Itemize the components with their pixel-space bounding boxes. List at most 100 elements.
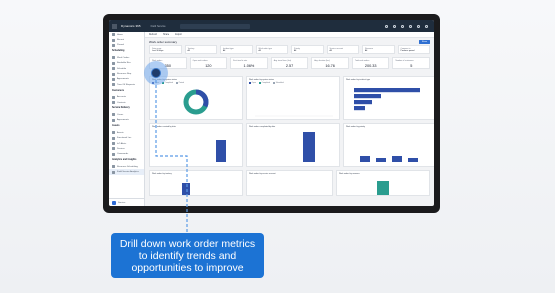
callout-text: Drill down work order metrics to identif… <box>119 237 256 274</box>
filter-dropdown[interactable]: Priority All <box>291 45 324 54</box>
area-icon <box>112 200 116 205</box>
chart-card-status-bars[interactable]: Work orders by system status Open Comple… <box>246 76 340 120</box>
area-label: Service <box>118 201 126 204</box>
highlight-dot <box>151 68 161 78</box>
app-screen: Dynamics 365 Field Service Home Recent Pin… <box>109 20 434 206</box>
lightbulb-icon[interactable] <box>385 24 388 28</box>
chart-card-completed-by-date[interactable]: Work orders completed by date <box>246 123 340 167</box>
sidebar-item[interactable]: Pinned <box>109 43 144 48</box>
sidebar-item-label: Home <box>117 33 123 36</box>
kpi-value: 2.57 <box>285 64 294 68</box>
share-button[interactable]: Share <box>419 39 430 44</box>
kpi-label: Number of customers <box>395 59 414 62</box>
chart-card-territory[interactable]: Work orders by territory <box>149 170 243 196</box>
sidebar-item-label: Agreements <box>117 119 129 122</box>
column-chart-empty <box>255 115 333 116</box>
area-switcher[interactable]: Service <box>109 198 145 206</box>
bar <box>216 139 226 162</box>
sidebar-item-label: Bookable Res. <box>117 62 132 65</box>
breadcrumb[interactable]: Field Service <box>151 25 166 28</box>
filter-value: All <box>329 49 332 52</box>
callout-box: Drill down work order metrics to identif… <box>111 233 264 278</box>
search-box[interactable] <box>179 23 250 29</box>
kpi-tile[interactable]: First time fix rate 1.06% <box>230 57 268 69</box>
sidebar-item[interactable]: Field Service Analytics <box>109 169 144 175</box>
sidebar-item[interactable]: Time Off Requests <box>109 82 144 87</box>
chart-card-service-account[interactable]: Work orders by service account <box>246 170 333 196</box>
sidebar-item-label: Contacts <box>117 101 126 104</box>
sidebar-item-label: IoT Alerts <box>117 142 127 145</box>
kpi-label: Total work orders <box>354 59 370 62</box>
chart-card-priority[interactable]: Work orders by priority <box>343 123 434 167</box>
filter-dropdown[interactable]: Territory All <box>184 45 217 54</box>
gear-icon[interactable] <box>409 24 412 28</box>
sidebar-item-label: Accounts <box>117 96 126 99</box>
bar <box>354 99 372 104</box>
chart-grid: Work orders by system status Open Comple… <box>149 76 434 199</box>
export-button[interactable]: Export <box>175 34 182 36</box>
kpi-value: 200.33 <box>364 64 377 68</box>
bar <box>360 155 370 162</box>
pin-icon <box>112 43 115 47</box>
filter-value: All <box>223 49 226 52</box>
bar <box>303 131 315 162</box>
column-chart <box>182 182 190 195</box>
kpi-value: 120 <box>205 64 212 68</box>
sidebar: Home Recent Pinned Scheduling Work Orders Boo… <box>109 32 145 206</box>
sidebar-item[interactable]: Agreements <box>109 118 144 123</box>
avatar[interactable] <box>425 24 428 28</box>
filter-dropdown[interactable]: Incident type All <box>220 45 253 54</box>
kpi-tile[interactable]: Total work orders 200.33 <box>351 57 390 69</box>
bar <box>376 157 386 162</box>
bar <box>377 180 389 195</box>
filter-value: Previous period <box>400 49 415 52</box>
bar <box>354 93 381 98</box>
sidebar-item[interactable]: Contacts <box>109 100 144 105</box>
sidebar-item[interactable]: Commands <box>109 152 144 157</box>
refresh-button[interactable]: Refresh <box>149 34 157 36</box>
title-row: Work order summary Share <box>145 38 434 45</box>
list-icon <box>112 72 115 76</box>
sidebar-item-label: Recent <box>117 39 124 42</box>
sidebar-item-label: Devices <box>117 147 125 150</box>
filter-dropdown[interactable]: Date range Last 30 days <box>149 45 182 54</box>
filter-dropdown[interactable]: Compare to Previous period <box>397 45 430 54</box>
kpi-label: Avg. travel time (hrs) <box>273 59 292 62</box>
filter-dropdown[interactable]: Work order type All <box>255 45 288 54</box>
chart-card-incident-type[interactable]: Work orders by incident type <box>343 76 434 120</box>
sidebar-item-label: Assets <box>117 131 124 134</box>
column-chart <box>303 131 315 162</box>
bar <box>392 155 402 162</box>
bar <box>408 157 418 162</box>
sidebar-item-label: Agreements <box>117 78 129 81</box>
sidebar-item-label: Cases <box>117 113 124 116</box>
bar <box>354 105 365 110</box>
kpi-label: Avg. duration (hrs) <box>314 59 330 62</box>
horizontal-bar-chart <box>354 87 420 110</box>
sidebar-item-label: Time Off Requests <box>117 83 136 86</box>
topbar-icons <box>385 24 434 28</box>
app-launcher-icon[interactable] <box>109 20 119 32</box>
bar <box>182 182 190 195</box>
plus-icon[interactable] <box>393 24 396 28</box>
pin-icon <box>112 136 115 140</box>
donut-chart <box>183 89 209 114</box>
page-title: Work order summary <box>149 39 177 44</box>
kpi-tile[interactable]: Avg. travel time (hrs) 2.57 <box>270 57 309 69</box>
help-icon[interactable] <box>417 24 420 28</box>
filter-value: All <box>294 49 297 52</box>
share-command-button[interactable]: Share <box>163 34 169 36</box>
kpi-value: 5 <box>410 64 413 68</box>
filter-icon[interactable] <box>401 24 404 28</box>
app-name[interactable]: Dynamics 365 <box>121 24 141 28</box>
filter-dropdown[interactable]: Service account All <box>326 45 359 54</box>
calendar-icon <box>112 67 115 71</box>
chart-card-resource[interactable]: Work orders by resource <box>336 170 430 196</box>
building-icon <box>112 95 115 99</box>
kpi-tile[interactable]: Number of customers 5 <box>392 57 431 69</box>
kpi-tile[interactable]: Avg. duration (hrs) 16.76 <box>311 57 349 69</box>
chart-card-created-by-date[interactable]: Work orders created by date <box>149 123 243 167</box>
filter-dropdown[interactable]: Resource All <box>362 45 395 54</box>
kpi-tile[interactable]: Open work orders 120 <box>189 57 228 69</box>
doc-icon <box>112 118 115 122</box>
